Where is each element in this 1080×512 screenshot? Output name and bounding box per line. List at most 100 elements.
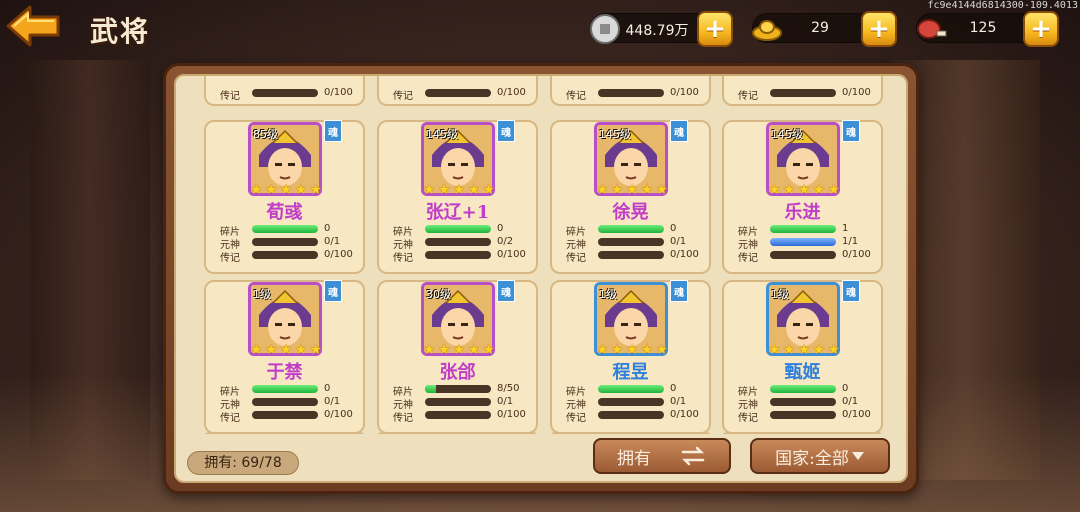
hero-card-partial[interactable]: 传记 0/100	[377, 76, 538, 106]
add-stamina-button[interactable]: +	[1023, 11, 1059, 47]
stat-row-bio: 传记 0/100	[566, 249, 706, 264]
stat-row-fragments: 碎片 0	[738, 383, 878, 398]
stat-value: 0/100	[497, 409, 526, 420]
progress-bar	[252, 251, 318, 259]
silver-coin-icon	[590, 14, 620, 44]
star-icon: ★	[610, 182, 624, 198]
soul-badge-icon: 魂	[842, 120, 860, 142]
hero-level: 1级	[253, 288, 271, 301]
country-filter-button[interactable]: 国家:全部	[750, 438, 890, 474]
progress-bar	[598, 89, 664, 97]
star-icon: ★	[423, 342, 436, 358]
hero-name: 张郃	[439, 362, 476, 383]
star-icon: ★	[625, 342, 639, 358]
stat-value: 0/100	[670, 87, 699, 98]
hero-card-partial[interactable]	[204, 432, 365, 434]
hero-card[interactable]: 145级魂 ★ ★ ★ ★ ★ 张辽+1 碎片 0 元神 0/2 传记 0/100	[377, 120, 538, 274]
hero-name: 甄姬	[784, 362, 821, 383]
hero-stars: ★ ★ ★ ★ ★	[596, 343, 668, 357]
stat-value: 0/2	[497, 236, 514, 247]
back-button[interactable]	[4, 4, 62, 48]
stat-value: 0	[324, 223, 331, 234]
stat-row-spirit: 元神 1/1	[738, 236, 878, 251]
hero-card-partial[interactable]	[377, 432, 538, 434]
hero-card[interactable]: 1级魂 ★ ★ ★ ★ ★ 程昱 碎片 0 元神 0/1 传记 0/100	[550, 280, 711, 434]
stat-value: 1	[842, 223, 849, 234]
progress-bar	[252, 225, 318, 233]
star-icon: ★	[294, 182, 308, 198]
gold-ingot-icon	[752, 20, 782, 41]
star-icon: ★	[640, 342, 654, 358]
stat-row-spirit: 元神 0/1	[566, 236, 706, 251]
progress-bar	[770, 89, 836, 97]
stat-row-bio: 传记 0/100	[738, 87, 878, 102]
hero-card-partial[interactable]	[722, 432, 883, 434]
stat-value: 0/100	[324, 249, 353, 260]
star-icon: ★	[596, 182, 609, 198]
star-icon: ★	[437, 182, 451, 198]
stat-row-spirit: 元神 0/1	[220, 396, 360, 411]
soul-badge-icon: 魂	[324, 280, 342, 302]
hero-stars: ★ ★ ★ ★ ★	[596, 183, 668, 197]
progress-fill	[252, 385, 318, 393]
star-icon: ★	[797, 342, 811, 358]
hero-stars: ★ ★ ★ ★ ★	[250, 183, 322, 197]
stat-row-fragments: 碎片 0	[220, 223, 360, 238]
add-silver-button[interactable]: +	[697, 11, 733, 47]
progress-bar	[425, 385, 491, 393]
stat-row-fragments: 碎片 1	[738, 223, 878, 238]
hero-card[interactable]: 1级魂 ★ ★ ★ ★ ★ 甄姬 碎片 0 元神 0/1 传记 0/100	[722, 280, 883, 434]
progress-bar	[770, 225, 836, 233]
hero-card-partial[interactable]: 传记 0/100	[722, 76, 883, 106]
hero-card[interactable]: 85级魂 ★ ★ ★ ★ ★ 荀彧 碎片 0 元神 0/1 传记 0/100	[204, 120, 365, 274]
progress-fill	[770, 225, 836, 233]
star-icon: ★	[812, 342, 826, 358]
hero-card-partial[interactable]: 传记 0/100	[550, 76, 711, 106]
stat-row-bio: 传记 0/100	[393, 87, 533, 102]
hero-card[interactable]: 145级魂 ★ ★ ★ ★ ★ 乐进 碎片 1 元神 1/1 传记 0/100	[722, 120, 883, 274]
swap-arrows-icon	[681, 446, 705, 466]
stat-row-fragments: 碎片 0	[393, 223, 533, 238]
star-icon: ★	[294, 342, 308, 358]
hero-card[interactable]: 1级魂 ★ ★ ★ ★ ★ 于禁 碎片 0 元神 0/1 传记 0/100	[204, 280, 365, 434]
star-icon: ★	[655, 182, 668, 198]
hero-card[interactable]: 30级魂 ★ ★ ★ ★ ★ 张郃 碎片 8/50 元神 0/1 传记 0/100	[377, 280, 538, 434]
stat-label: 传记	[220, 91, 240, 102]
stat-value: 1/1	[842, 236, 859, 247]
progress-fill	[770, 238, 836, 246]
progress-fill	[425, 385, 436, 393]
progress-bar	[425, 238, 491, 246]
hero-card-partial[interactable]	[550, 432, 711, 434]
stat-value: 0/100	[670, 409, 699, 420]
progress-bar	[598, 238, 664, 246]
progress-bar	[770, 398, 836, 406]
stat-row-spirit: 元神 0/1	[566, 396, 706, 411]
progress-bar	[425, 251, 491, 259]
progress-bar	[252, 238, 318, 246]
hero-grid[interactable]: 传记 0/100 传记 0/100 传记 0/100 传记 0/100 85级魂 ★ ★ ★ ★ ★ 荀彧碎…	[182, 76, 904, 434]
soul-badge-icon: 魂	[670, 280, 688, 302]
stat-label: 传记	[738, 253, 758, 264]
gold-currency: 29 +	[752, 11, 897, 47]
stat-label: 传记	[220, 253, 240, 264]
stat-label: 传记	[738, 413, 758, 424]
stat-row-bio: 传记 0/100	[738, 249, 878, 264]
star-icon: ★	[250, 342, 263, 358]
soul-badge-icon: 魂	[497, 120, 515, 142]
hero-card-partial[interactable]: 传记 0/100	[204, 76, 365, 106]
silver-amount: 448.79万	[625, 23, 689, 39]
sort-owned-button[interactable]: 拥有	[593, 438, 731, 474]
stat-row-bio: 传记 0/100	[566, 409, 706, 424]
stat-row-fragments: 碎片 8/50	[393, 383, 533, 398]
star-icon: ★	[250, 182, 263, 198]
add-gold-button[interactable]: +	[861, 11, 897, 47]
page-title: 武将	[90, 15, 151, 48]
hero-name: 荀彧	[266, 202, 303, 223]
stat-row-bio: 传记 0/100	[393, 409, 533, 424]
hero-card[interactable]: 145级魂 ★ ★ ★ ★ ★ 徐晃 碎片 0 元神 0/1 传记 0/100	[550, 120, 711, 274]
stat-row-bio: 传记 0/100	[220, 409, 360, 424]
soul-badge-icon: 魂	[670, 120, 688, 142]
stat-value: 0/1	[497, 396, 514, 407]
stat-row-fragments: 碎片 0	[566, 223, 706, 238]
stat-value: 0	[670, 383, 677, 394]
